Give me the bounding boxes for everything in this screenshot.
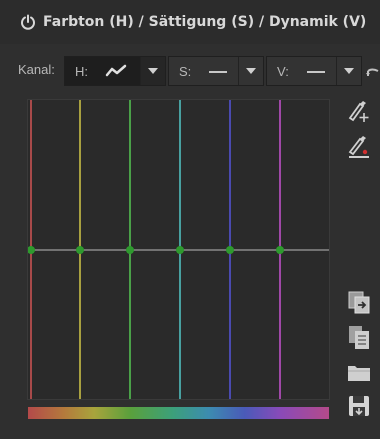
chevron-down-icon xyxy=(148,68,158,74)
flat-line-icon xyxy=(307,71,325,73)
copy-icon[interactable] xyxy=(346,289,372,315)
panel-title: Farbton (H) / Sättigung (S) / Dynamik (V… xyxy=(43,14,367,30)
value-combo-dropdown[interactable] xyxy=(336,57,361,85)
open-folder-icon[interactable] xyxy=(346,359,372,385)
curve-editor-area[interactable] xyxy=(27,99,330,400)
hsv-equalizer-panel: Farbton (H) / Sättigung (S) / Dynamik (V… xyxy=(0,0,380,439)
hue-curve-combo[interactable]: H: xyxy=(64,56,166,86)
edit-point-icon[interactable] xyxy=(346,134,372,160)
curve-point xyxy=(176,246,184,254)
saturation-combo-label: S: xyxy=(179,63,192,79)
curve-point xyxy=(76,246,84,254)
power-icon[interactable] xyxy=(20,14,36,30)
curve-point xyxy=(126,246,134,254)
value-curve-combo[interactable]: V: xyxy=(266,56,362,86)
curve-point xyxy=(28,246,35,254)
pick-point-icon[interactable] xyxy=(346,98,372,124)
paste-icon[interactable] xyxy=(346,324,372,350)
save-icon[interactable] xyxy=(346,393,372,419)
curve-icon xyxy=(105,62,127,83)
hue-combo-label: H: xyxy=(75,63,88,79)
curve-point xyxy=(226,246,234,254)
flat-line-icon xyxy=(209,71,227,73)
panel-header[interactable]: Farbton (H) / Sättigung (S) / Dynamik (V… xyxy=(0,0,380,44)
chevron-down-icon xyxy=(344,68,354,74)
value-combo-label: V: xyxy=(277,63,289,79)
chevron-down-icon xyxy=(246,68,256,74)
curve-point xyxy=(276,246,284,254)
saturation-curve-combo[interactable]: S: xyxy=(168,56,264,86)
hue-combo-dropdown[interactable] xyxy=(140,57,165,85)
undo-icon[interactable] xyxy=(365,64,379,83)
channel-label: Kanal: xyxy=(18,62,55,77)
saturation-combo-dropdown[interactable] xyxy=(238,57,263,85)
hue-spectrum-bar xyxy=(28,407,329,419)
channel-toolbar: Kanal: H: S: V: xyxy=(0,54,380,88)
